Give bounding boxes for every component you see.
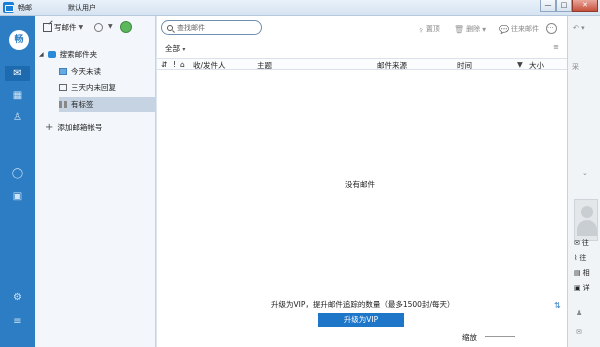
compose-label: 写邮件 xyxy=(54,23,77,32)
empty-state-text: 没有邮件 xyxy=(345,180,375,189)
filter-dropdown[interactable]: 全部 ▾ xyxy=(165,43,185,54)
title-bar: 畅邮 默认用户 — □ ✕ xyxy=(0,0,600,16)
attachment-column-icon[interactable]: ⌂ xyxy=(180,60,185,69)
app-logo-icon xyxy=(3,2,14,13)
menu-icon[interactable]: ≡ xyxy=(10,314,25,329)
upgrade-vip-button[interactable]: 升级为VIP xyxy=(318,313,404,327)
contact-pane: ↶ ▾ 采 ⌄ ✉ 往 ⌇ 往 ▤ 相 ▣ 详 ♟ ✉ xyxy=(567,16,600,347)
contact-item-label: 详 xyxy=(582,284,590,292)
vip-promo-text: 升级为VIP，提升邮件追踪的数量（最多1500封/每天） xyxy=(271,300,455,309)
more-button[interactable]: ··· xyxy=(546,23,557,34)
contacts-icon[interactable]: ♙ xyxy=(10,110,25,125)
minimize-button[interactable]: — xyxy=(540,0,556,12)
search-input[interactable]: 查找邮件 xyxy=(161,20,262,35)
today-icon xyxy=(59,68,67,75)
folder-item-unreplied[interactable]: 三天内未回复 xyxy=(59,80,155,95)
back-arrow-icon[interactable]: ↶ ▾ xyxy=(573,24,585,32)
zoom-label: 缩放 xyxy=(462,333,477,342)
sync-icon[interactable]: ⇅ xyxy=(554,301,561,310)
column-header: ⇵ ! ⌂ 收/发件人 主题 邮件来源 时间 ▼ 大小 xyxy=(157,58,567,70)
app-name: 畅邮 xyxy=(18,4,32,12)
pin-top-button[interactable]: ⍚ 置顶 xyxy=(419,24,440,34)
pin-label: 置顶 xyxy=(425,25,440,33)
chevron-down-icon[interactable]: ⌄ xyxy=(582,169,588,177)
folder-label: 三天内未回复 xyxy=(71,83,116,92)
folder-pane: 写邮件 ▼ ▼ ◢ 搜索邮件夹 今天未读 三天内未回复 有标签 + 添加邮箱帐号 xyxy=(35,16,156,347)
list-icon: ▤ xyxy=(574,269,581,277)
compose-button[interactable]: 写邮件 ▼ xyxy=(43,22,83,33)
sort-icon[interactable]: ⇵ xyxy=(161,60,167,69)
delete-button[interactable]: 🗑 删除 ▾ xyxy=(454,24,486,34)
contact-item-history[interactable]: ✉ 往 xyxy=(574,238,589,248)
close-button[interactable]: ✕ xyxy=(572,0,598,12)
tips-icon[interactable]: ◯ xyxy=(10,166,25,181)
column-sender[interactable]: 收/发件人 xyxy=(193,60,226,71)
conversation-icon: 💬 xyxy=(499,24,509,34)
current-user[interactable]: 默认用户 xyxy=(68,3,96,13)
search-folder-label: 搜索邮件夹 xyxy=(59,50,98,59)
contact-item-label: 往 xyxy=(581,239,589,247)
details-icon: ▣ xyxy=(574,284,581,292)
people-icon[interactable]: ♟ xyxy=(576,309,582,317)
avatar[interactable]: 畅 xyxy=(9,30,29,50)
mail-icon[interactable]: ✉ xyxy=(5,66,30,81)
search-folder-icon xyxy=(47,51,56,58)
3d-icon[interactable]: ▣ xyxy=(10,189,25,204)
folder-item-today-unread[interactable]: 今天未读 xyxy=(59,64,155,79)
column-subject[interactable]: 主题 xyxy=(257,60,272,71)
column-size[interactable]: 大小 xyxy=(529,60,544,71)
pin-icon: ⍚ xyxy=(419,24,424,33)
contact-item-label: 往 xyxy=(579,254,587,262)
chevron-down-icon[interactable]: ▼ xyxy=(79,24,84,31)
settings-icon[interactable]: ⚙ xyxy=(10,290,25,305)
folder-label: 今天未读 xyxy=(71,67,101,76)
calendar-folder-icon xyxy=(59,84,67,91)
contact-item-attachments[interactable]: ⌇ 往 xyxy=(574,253,586,263)
trash-icon: 🗑 xyxy=(454,24,465,34)
calendar-icon[interactable]: ▦ xyxy=(10,88,25,103)
search-placeholder: 查找邮件 xyxy=(177,23,205,32)
compose-icon xyxy=(43,23,52,32)
chevron-down-icon[interactable]: ▾ xyxy=(482,25,486,34)
sort-desc-icon: ▼ xyxy=(517,60,523,69)
contact-item-details[interactable]: ▣ 详 xyxy=(574,283,590,293)
folder-label: 有标签 xyxy=(71,100,94,109)
mail-icon: ✉ xyxy=(574,239,580,247)
tag-grid-icon xyxy=(59,101,67,108)
mail-list-pane: 查找邮件 ⍚ 置顶 🗑 删除 ▾ 💬 往来邮件 ··· 全部 ▾ ≡ ⇵ ! ⌂… xyxy=(157,16,567,347)
add-account-button[interactable]: + 添加邮箱帐号 xyxy=(45,122,102,133)
refresh-icon[interactable] xyxy=(94,23,103,32)
expand-arrow-icon[interactable]: ◢ xyxy=(39,51,44,58)
column-source[interactable]: 邮件来源 xyxy=(377,60,407,71)
nav-sidebar: 畅 ✉ ▦ ♙ ◯ ▣ ⚙ ≡ xyxy=(0,16,35,347)
search-icon xyxy=(167,24,173,31)
column-time[interactable]: 时间 xyxy=(457,60,472,71)
filter-label: 全部 xyxy=(165,44,180,53)
contact-pane-label: 采 xyxy=(572,63,579,71)
conversation-button[interactable]: 💬 往来邮件 xyxy=(499,24,539,34)
paperclip-icon: ⌇ xyxy=(574,254,578,262)
online-status-icon[interactable] xyxy=(120,21,132,33)
plus-icon: + xyxy=(45,121,54,133)
flag-column-icon[interactable]: ! xyxy=(173,60,176,69)
folder-item-tagged[interactable]: 有标签 xyxy=(59,97,155,112)
contact-photo-placeholder xyxy=(574,199,598,241)
chevron-down-icon[interactable]: ▼ xyxy=(108,23,113,30)
contact-item-label: 相 xyxy=(582,269,590,277)
zoom-slider[interactable] xyxy=(485,336,515,337)
chevron-down-icon: ▾ xyxy=(182,46,186,53)
delete-label: 删除 xyxy=(466,25,481,33)
add-account-label: 添加邮箱帐号 xyxy=(57,123,103,132)
mail-small-icon[interactable]: ✉ xyxy=(576,328,582,336)
search-folder[interactable]: ◢ 搜索邮件夹 xyxy=(39,47,155,62)
list-options-icon[interactable]: ≡ xyxy=(553,43,559,51)
window-controls: — □ ✕ xyxy=(540,0,598,12)
contact-item-related[interactable]: ▤ 相 xyxy=(574,268,590,278)
maximize-button[interactable]: □ xyxy=(556,0,572,12)
conversation-label: 往来邮件 xyxy=(510,25,539,33)
